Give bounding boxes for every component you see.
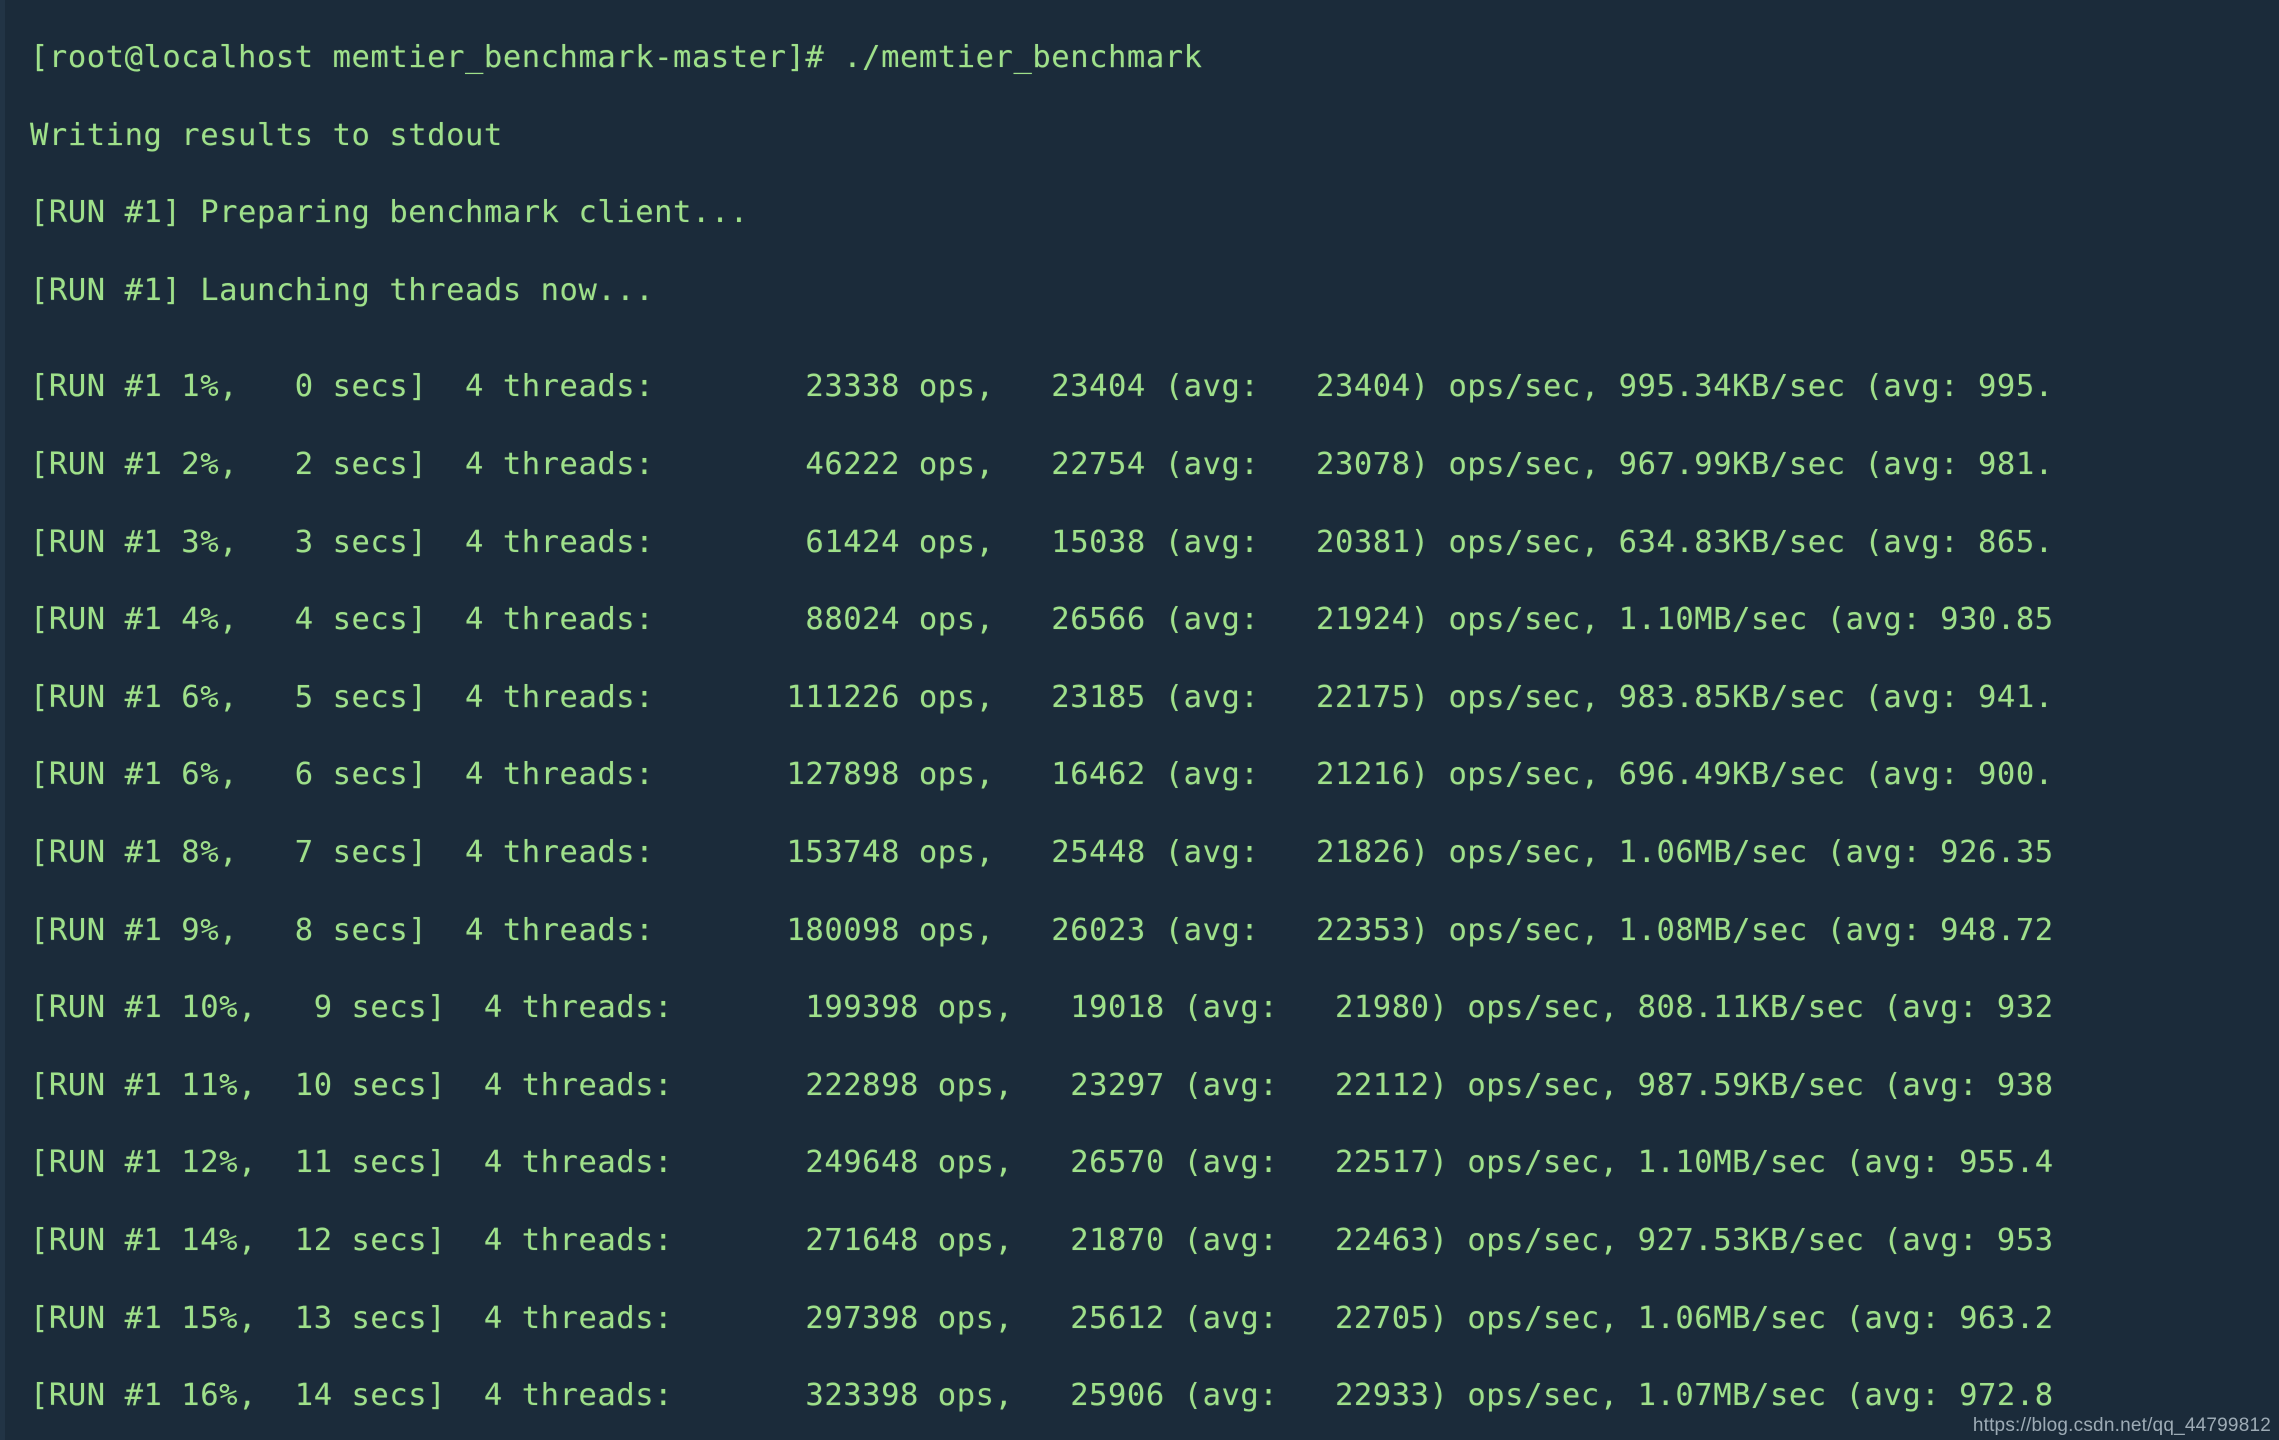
benchmark-progress-line: [RUN #1 6%, 5 secs] 4 threads: 111226 op… bbox=[30, 679, 2054, 715]
watermark-url: https://blog.csdn.net/qq_44799812 bbox=[1972, 1415, 2271, 1436]
benchmark-progress-line: [RUN #1 2%, 2 secs] 4 threads: 46222 ops… bbox=[30, 446, 2054, 482]
benchmark-progress-line: [RUN #1 9%, 8 secs] 4 threads: 180098 op… bbox=[30, 912, 2054, 948]
benchmark-progress-line: [RUN #1 12%, 11 secs] 4 threads: 249648 … bbox=[30, 1145, 2054, 1181]
terminal-left-edge bbox=[0, 0, 5, 1440]
benchmark-progress-line: [RUN #1 1%, 0 secs] 4 threads: 23338 ops… bbox=[30, 369, 2054, 405]
terminal-status-line: Writing results to stdout bbox=[30, 117, 503, 153]
benchmark-progress-line: [RUN #1 15%, 13 secs] 4 threads: 297398 … bbox=[30, 1300, 2054, 1336]
terminal-prompt-line: [root@localhost memtier_benchmark-master… bbox=[30, 40, 1203, 75]
benchmark-progress-line: [RUN #1 6%, 6 secs] 4 threads: 127898 op… bbox=[30, 757, 2054, 793]
terminal-output: [root@localhost memtier_benchmark-master… bbox=[30, 0, 2279, 1440]
benchmark-progress-line: [RUN #1 10%, 9 secs] 4 threads: 199398 o… bbox=[30, 990, 2054, 1026]
benchmark-progress-line: [RUN #1 14%, 12 secs] 4 threads: 271648 … bbox=[30, 1222, 2054, 1258]
terminal-status-line: [RUN #1] Preparing benchmark client... bbox=[30, 195, 749, 231]
benchmark-progress-line: [RUN #1 8%, 7 secs] 4 threads: 153748 op… bbox=[30, 834, 2054, 870]
benchmark-progress-line: [RUN #1 16%, 14 secs] 4 threads: 323398 … bbox=[30, 1378, 2054, 1414]
terminal-status-line: [RUN #1] Launching threads now... bbox=[30, 272, 655, 308]
benchmark-progress-line: [RUN #1 4%, 4 secs] 4 threads: 88024 ops… bbox=[30, 602, 2054, 638]
benchmark-progress-line: [RUN #1 3%, 3 secs] 4 threads: 61424 ops… bbox=[30, 524, 2054, 560]
benchmark-progress-line: [RUN #1 11%, 10 secs] 4 threads: 222898 … bbox=[30, 1067, 2054, 1103]
terminal-window[interactable]: [root@localhost memtier_benchmark-master… bbox=[0, 0, 2279, 1440]
